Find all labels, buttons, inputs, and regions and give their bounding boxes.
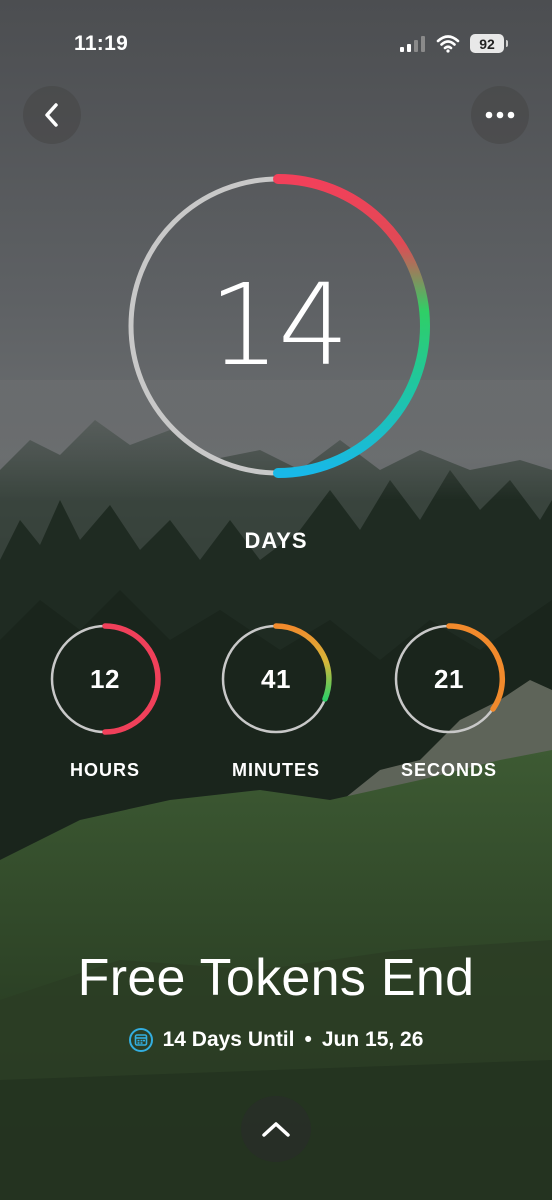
days-value: 14 <box>208 261 350 391</box>
chevron-up-icon <box>262 1122 290 1137</box>
separator-dot: • <box>304 1028 312 1051</box>
event-date: Jun 15, 26 <box>321 1028 424 1051</box>
minutes-label: MINUTES <box>232 760 320 780</box>
days-label: DAYS <box>244 528 308 553</box>
back-chevron-icon <box>45 103 58 127</box>
event-subtitle: 14 Days Until • Jun 15, 26 <box>0 1028 552 1052</box>
status-icons: 92 <box>400 34 508 53</box>
seconds-label: SECONDS <box>400 760 497 780</box>
expand-details-button[interactable] <box>241 1096 311 1162</box>
back-button[interactable] <box>23 86 81 144</box>
more-options-button[interactable] <box>471 86 529 144</box>
wifi-icon <box>436 34 460 53</box>
more-dots-icon <box>485 111 515 119</box>
battery-level: 92 <box>479 35 495 52</box>
seconds-counter: 21 SECONDS <box>392 622 506 780</box>
minutes-value: 41 <box>261 663 291 694</box>
days-until-text: 14 Days Until <box>162 1028 295 1051</box>
seconds-value: 21 <box>434 663 464 694</box>
hours-label: HOURS <box>69 760 140 780</box>
hours-value: 12 <box>90 663 120 694</box>
hours-counter: 12 HOURS <box>48 622 162 780</box>
status-time: 11:19 <box>74 32 129 55</box>
signal-icon <box>400 35 425 52</box>
minutes-counter: 41 MINUTES <box>219 622 333 780</box>
calendar-icon <box>128 1028 153 1052</box>
battery-icon: 92 <box>470 34 508 53</box>
event-title: Free Tokens End <box>77 949 475 1007</box>
